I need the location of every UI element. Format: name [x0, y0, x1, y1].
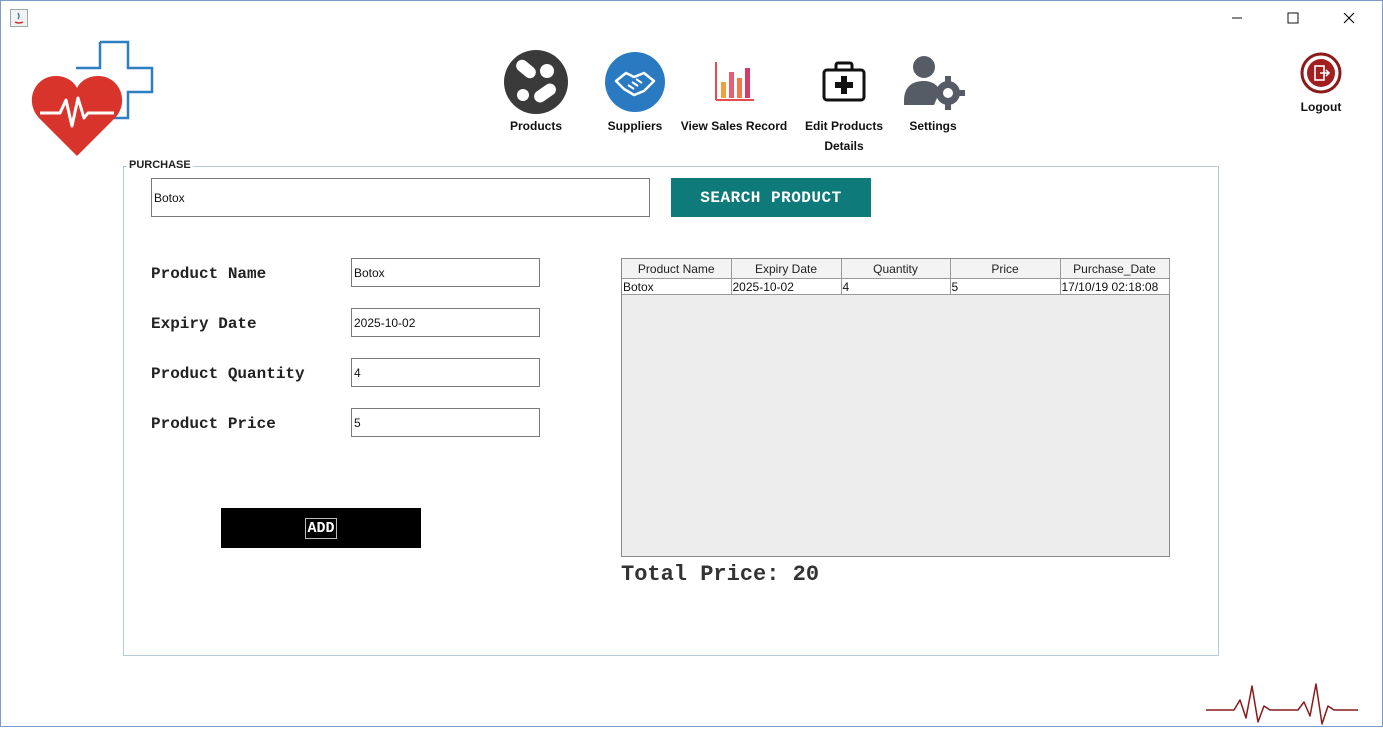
product-quantity-label: Product Quantity — [151, 365, 305, 383]
minimize-button[interactable] — [1214, 4, 1260, 32]
nav-settings-label: Settings — [909, 119, 957, 133]
product-name-field[interactable] — [351, 258, 540, 287]
user-gear-icon — [899, 48, 967, 116]
close-icon — [1343, 12, 1355, 24]
table-cell[interactable]: 5 — [949, 278, 1061, 295]
table-row[interactable]: Botox 2025-10-02 4 5 17/10/19 02:18:08 — [622, 278, 1170, 295]
handshake-icon — [601, 48, 669, 116]
search-input[interactable] — [151, 178, 650, 217]
product-price-label: Product Price — [151, 415, 276, 433]
title-bar — [0, 0, 1383, 36]
table-cell[interactable]: Botox — [622, 278, 732, 295]
nav-settings[interactable]: Settings — [896, 48, 970, 136]
table-cell[interactable]: 2025-10-02 — [730, 278, 842, 295]
column-header-quantity[interactable]: Quantity — [840, 259, 951, 279]
bar-chart-icon — [700, 48, 768, 116]
heart-cross-logo-icon — [31, 40, 154, 156]
close-button[interactable] — [1326, 4, 1372, 32]
expiry-date-field[interactable] — [351, 308, 540, 337]
nav-products-label: Products — [509, 119, 562, 133]
column-header-price[interactable]: Price — [949, 259, 1061, 279]
pharmacy-logo — [30, 40, 156, 160]
product-price-field[interactable] — [351, 408, 540, 437]
table-cell[interactable]: 4 — [840, 278, 951, 295]
total-price: Total Price: 20 — [621, 562, 820, 587]
pills-icon — [502, 48, 570, 116]
search-product-button[interactable]: SEARCH PRODUCT — [671, 178, 871, 217]
purchase-table[interactable]: Product Name Expiry Date Quantity Price … — [621, 258, 1170, 557]
add-button-label: ADD — [305, 517, 337, 539]
column-header-purchase-date[interactable]: Purchase_Date — [1059, 259, 1170, 279]
heartbeat-line-icon — [1202, 678, 1362, 726]
table-header-row: Product Name Expiry Date Quantity Price … — [622, 259, 1170, 279]
column-header-product-name[interactable]: Product Name — [622, 259, 732, 279]
product-quantity-field[interactable] — [351, 358, 540, 387]
nav-suppliers[interactable]: Suppliers — [597, 48, 673, 136]
nav-view-sales-record[interactable]: View Sales Record — [679, 48, 789, 136]
product-name-label: Product Name — [151, 265, 267, 283]
expiry-date-label: Expiry Date — [151, 315, 257, 333]
nav-suppliers-label: Suppliers — [607, 119, 663, 133]
logout-icon — [1300, 52, 1342, 94]
purchase-legend: PURCHASE — [127, 159, 193, 171]
logout-button[interactable]: Logout — [1295, 52, 1347, 114]
maximize-icon — [1287, 12, 1299, 24]
add-button[interactable]: ADD — [221, 508, 421, 548]
logout-label: Logout — [1300, 100, 1342, 114]
nav-edit-products-details[interactable]: Edit Products Details — [799, 48, 889, 156]
nav-view-sales-record-label: View Sales Record — [680, 119, 788, 133]
java-app-icon[interactable] — [10, 9, 28, 27]
first-aid-kit-icon — [810, 48, 878, 116]
maximize-button[interactable] — [1270, 4, 1316, 32]
table-cell[interactable]: 17/10/19 02:18:08 — [1059, 278, 1170, 295]
nav-products[interactable]: Products — [498, 48, 574, 136]
column-header-expiry-date[interactable]: Expiry Date — [730, 259, 842, 279]
minimize-icon — [1232, 17, 1242, 19]
nav-edit-products-details-label: Edit Products Details — [804, 119, 883, 153]
